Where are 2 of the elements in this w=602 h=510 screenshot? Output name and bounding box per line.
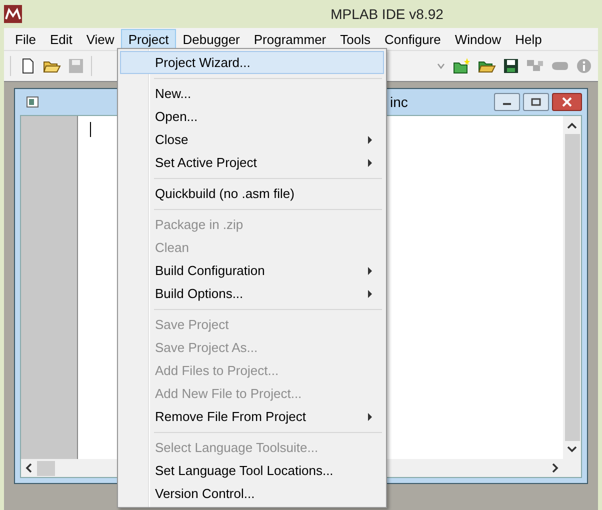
- editor-window-title: inc: [389, 94, 409, 110]
- window-title: MPLAB IDE v8.92: [330, 6, 444, 22]
